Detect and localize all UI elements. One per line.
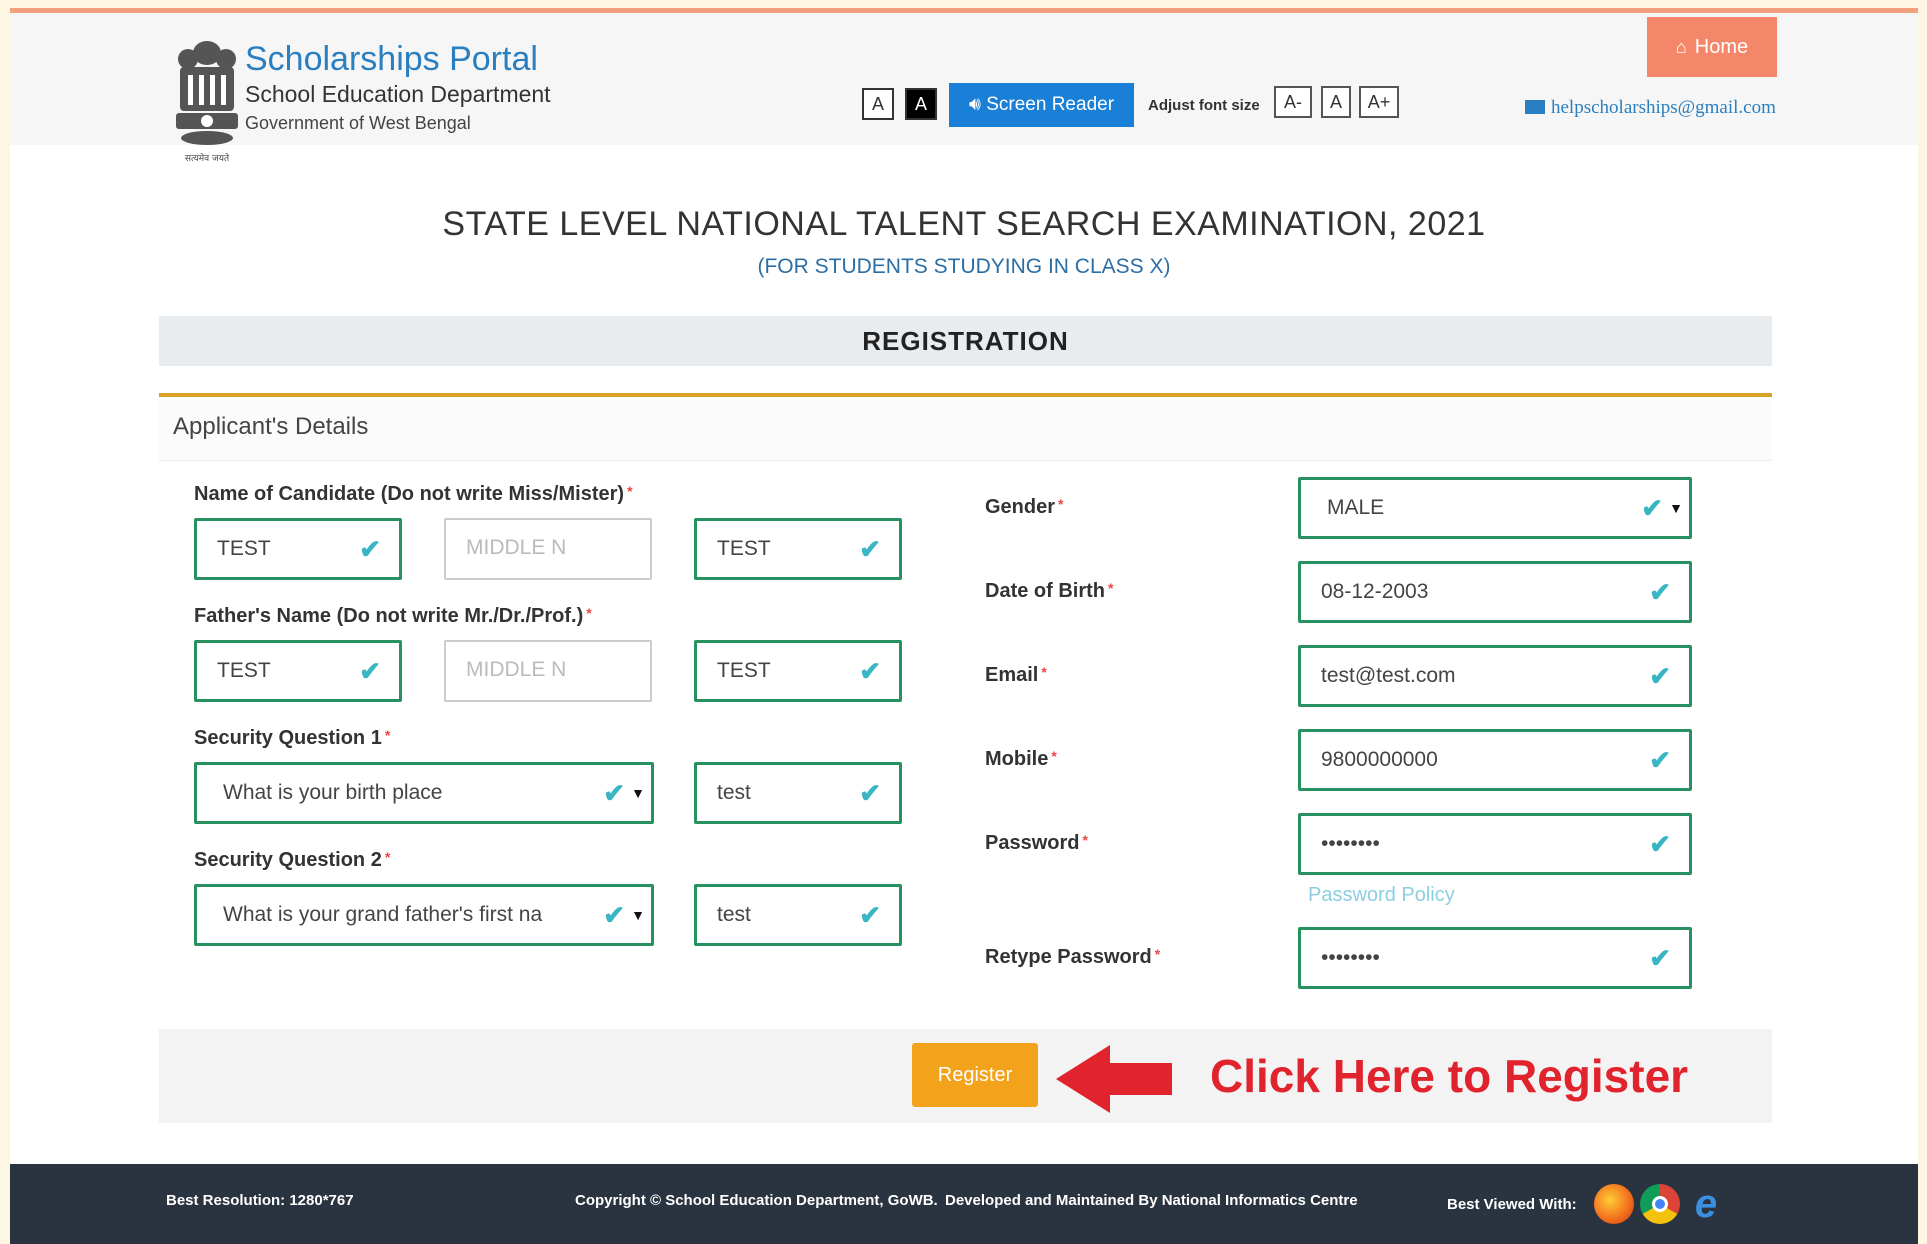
registration-heading: REGISTRATION — [159, 316, 1772, 366]
gender-select[interactable]: MALE ✔ ▼ — [1298, 477, 1692, 539]
best-viewed-label: Best Viewed With: — [1447, 1196, 1577, 1213]
font-normal-button[interactable]: A — [1321, 86, 1351, 118]
check-icon: ✔ — [1649, 943, 1671, 973]
father-first-name-input[interactable]: TEST ✔ — [194, 640, 402, 702]
email-input[interactable]: test@test.com ✔ — [1298, 645, 1692, 707]
mobile-input[interactable]: 9800000000 ✔ — [1298, 729, 1692, 791]
dob-input[interactable]: 08-12-2003 ✔ — [1298, 561, 1692, 623]
check-icon: ✔ — [359, 656, 381, 686]
best-resolution: Best Resolution: 1280*767 — [166, 1192, 354, 1209]
caret-down-icon: ▼ — [1669, 500, 1683, 516]
contrast-light-button[interactable]: A — [862, 88, 894, 120]
home-icon: ⌂ — [1675, 37, 1687, 57]
retype-password-input[interactable]: •••••••• ✔ — [1298, 927, 1692, 989]
firefox-icon — [1594, 1184, 1634, 1224]
speaker-icon: 🔊︎ — [968, 94, 981, 115]
email-label: Email * — [985, 664, 1047, 686]
government-name: Government of West Bengal — [245, 113, 471, 133]
brand: Scholarships Portal School Education Dep… — [245, 39, 551, 137]
register-annotation: Click Here to Register — [1210, 1050, 1689, 1102]
adjust-font-label: Adjust font size — [1148, 97, 1260, 114]
caret-down-icon: ▼ — [631, 907, 645, 923]
check-icon: ✔ — [859, 778, 881, 808]
password-label: Password * — [985, 832, 1088, 854]
panel-header: Applicant's Details — [159, 397, 1772, 461]
check-icon: ✔ — [359, 534, 381, 564]
check-icon: ✔ — [1649, 577, 1671, 607]
check-icon: ✔ — [859, 656, 881, 686]
home-button[interactable]: ⌂ Home — [1647, 17, 1777, 77]
mail-icon — [1525, 100, 1545, 114]
caret-down-icon: ▼ — [631, 785, 645, 801]
candidate-last-name-input[interactable]: TEST ✔ — [694, 518, 902, 580]
security-question-1-label: Security Question 1 * — [194, 727, 391, 749]
check-icon: ✔ — [1649, 661, 1671, 691]
portal-title[interactable]: Scholarships Portal — [245, 39, 551, 79]
check-icon: ✔ — [859, 900, 881, 930]
screen-reader-button[interactable]: 🔊︎ Screen Reader — [949, 83, 1134, 127]
check-icon: ✔ — [603, 900, 625, 930]
check-icon: ✔ — [1649, 829, 1671, 859]
department-name: School Education Department — [245, 81, 551, 107]
home-label: Home — [1694, 36, 1749, 58]
page-title: STATE LEVEL NATIONAL TALENT SEARCH EXAMI… — [442, 205, 1486, 243]
emblem-caption: सत्यमेव जयते — [185, 152, 230, 164]
panel-title: Applicant's Details — [173, 413, 369, 440]
check-icon: ✔ — [603, 778, 625, 808]
father-name-label: Father's Name (Do not write Mr./Dr./Prof… — [194, 605, 592, 627]
father-middle-name-input[interactable]: MIDDLE N — [444, 640, 652, 702]
security-answer-2-input[interactable]: test ✔ — [694, 884, 902, 946]
security-question-2-select[interactable]: What is your grand father's first na ✔ ▼ — [194, 884, 654, 946]
gender-label: Gender * — [985, 496, 1064, 518]
font-decrease-button[interactable]: A- — [1274, 86, 1312, 118]
candidate-first-name-input[interactable]: TEST ✔ — [194, 518, 402, 580]
header: सत्यमेव जयते Scholarships Portal School … — [10, 13, 1918, 164]
password-input[interactable]: •••••••• ✔ — [1298, 813, 1692, 875]
left-arrow-icon — [1056, 1045, 1172, 1113]
state-emblem-icon: सत्यमेव जयते — [176, 41, 238, 164]
dob-label: Date of Birth * — [985, 580, 1114, 602]
security-answer-1-input[interactable]: test ✔ — [694, 762, 902, 824]
mobile-label: Mobile * — [985, 748, 1057, 770]
father-last-name-input[interactable]: TEST ✔ — [694, 640, 902, 702]
security-question-1-select[interactable]: What is your birth place ✔ ▼ — [194, 762, 654, 824]
security-question-2-label: Security Question 2 * — [194, 849, 391, 871]
internet-explorer-icon: e — [1694, 1182, 1718, 1226]
page-subtitle: (FOR STUDENTS STUDYING IN CLASS X) — [757, 255, 1171, 278]
password-policy-link[interactable]: Password Policy — [1308, 884, 1455, 907]
register-button[interactable]: Register — [912, 1043, 1038, 1107]
contrast-dark-button[interactable]: A — [905, 88, 937, 120]
font-increase-button[interactable]: A+ — [1359, 86, 1399, 118]
site-footer: Best Resolution: 1280*767 Copyright © Sc… — [10, 1164, 1918, 1244]
chrome-icon — [1640, 1184, 1680, 1224]
help-email-link[interactable]: helpscholarships@gmail.com — [1525, 97, 1776, 119]
developed-by: Developed and Maintained By National Inf… — [945, 1192, 1358, 1209]
screen-reader-label: Screen Reader — [986, 94, 1115, 115]
candidate-middle-name-input[interactable]: MIDDLE N — [444, 518, 652, 580]
candidate-name-label: Name of Candidate (Do not write Miss/Mis… — [194, 483, 633, 505]
copyright: Copyright © School Education Department,… — [575, 1192, 938, 1209]
help-email: helpscholarships@gmail.com — [1551, 97, 1776, 118]
check-icon: ✔ — [1649, 745, 1671, 775]
page: सत्यमेव जयते Scholarships Portal School … — [10, 8, 1918, 1244]
check-icon: ✔ — [1641, 493, 1663, 523]
retype-password-label: Retype Password * — [985, 946, 1161, 968]
check-icon: ✔ — [859, 534, 881, 564]
